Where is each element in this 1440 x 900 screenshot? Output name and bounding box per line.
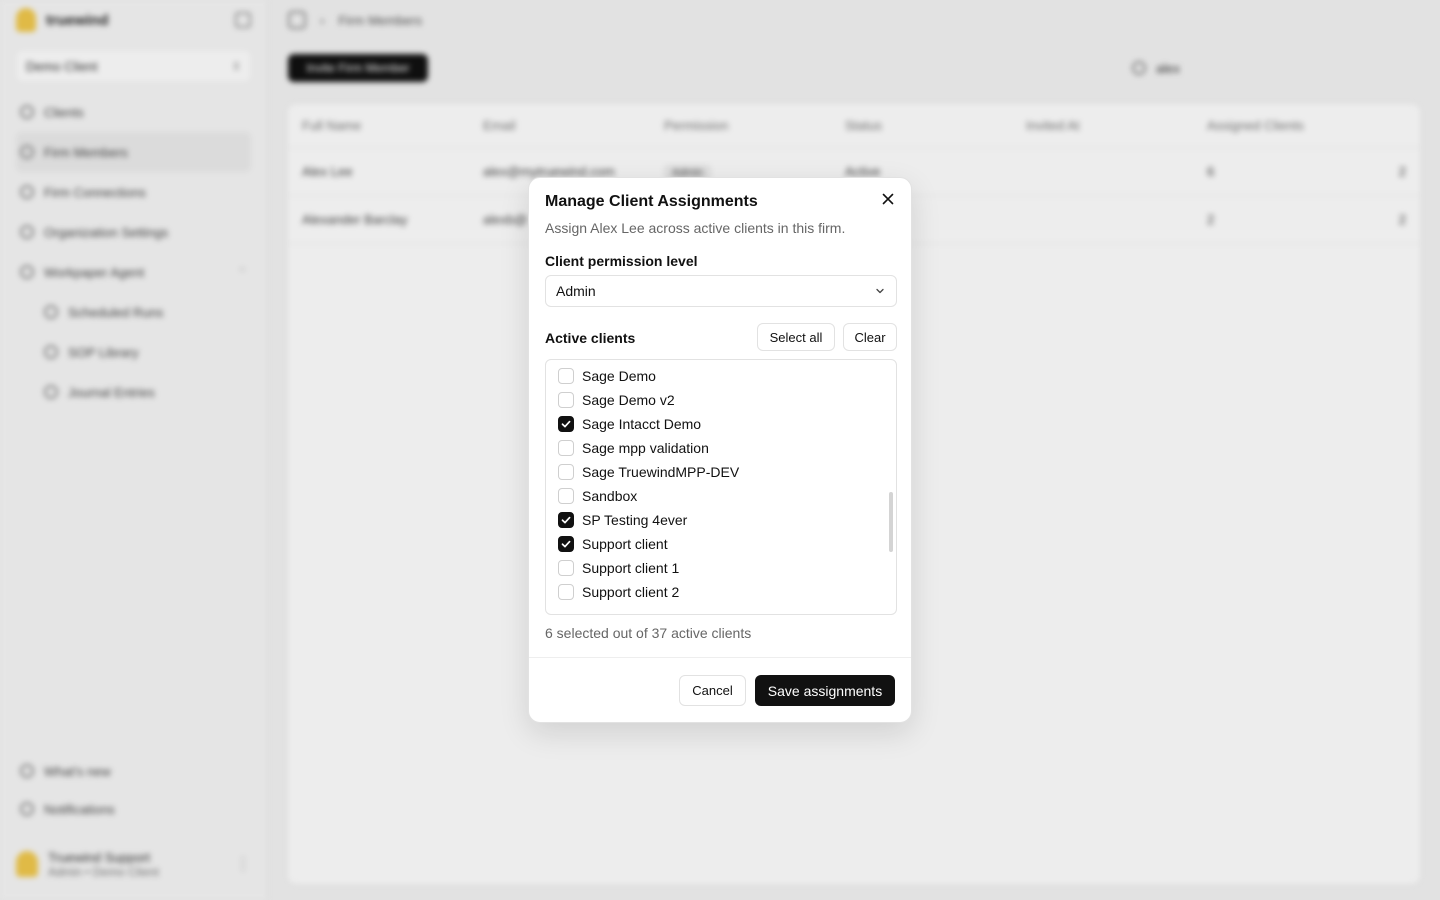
- client-checkbox[interactable]: [558, 512, 574, 528]
- client-list-item[interactable]: Sage Demo v2: [546, 388, 896, 412]
- client-list-inner: Sage Demo Sage Demo v2 Sage Intacct Demo Sa…: [546, 360, 896, 604]
- cancel-button[interactable]: Cancel: [679, 675, 746, 706]
- permission-level-label: Client permission level: [545, 253, 698, 269]
- client-label: Sage TruewindMPP-DEV: [582, 464, 740, 480]
- permission-level-value: Admin: [556, 283, 596, 299]
- client-checkbox[interactable]: [558, 536, 574, 552]
- client-label: Sandbox: [582, 488, 638, 504]
- dialog-footer: Cancel Save assignments: [529, 657, 911, 722]
- client-checkbox[interactable]: [558, 488, 574, 504]
- dialog-title: Manage Client Assignments: [545, 193, 758, 210]
- close-button[interactable]: [879, 190, 897, 208]
- client-list-item[interactable]: Sage mpp validation: [546, 436, 896, 460]
- client-list-item[interactable]: Sage Intacct Demo: [546, 412, 896, 436]
- list-scrollbar[interactable]: [889, 492, 893, 552]
- client-label: Sage mpp validation: [582, 440, 709, 456]
- client-checkbox[interactable]: [558, 368, 574, 384]
- client-label: Sage Demo v2: [582, 392, 675, 408]
- client-list-item[interactable]: Support client: [546, 532, 896, 556]
- chevron-down-icon: [876, 288, 884, 294]
- client-checkbox[interactable]: [558, 464, 574, 480]
- check-icon: [561, 540, 571, 548]
- client-list-item[interactable]: SP Testing 4ever: [546, 508, 896, 532]
- client-checkbox-list[interactable]: Sage Demo Sage Demo v2 Sage Intacct Demo Sa…: [545, 359, 897, 615]
- client-list-item[interactable]: Support client 1: [546, 556, 896, 580]
- client-label: Support client: [582, 536, 668, 552]
- client-label: Support client 1: [582, 560, 680, 576]
- client-checkbox[interactable]: [558, 392, 574, 408]
- client-list-item[interactable]: Sandbox: [546, 484, 896, 508]
- save-assignments-button[interactable]: Save assignments: [755, 675, 895, 706]
- client-label: Sage Intacct Demo: [582, 416, 702, 432]
- manage-client-assignments-dialog: Manage Client Assignments Assign Alex Le…: [528, 177, 912, 723]
- client-checkbox[interactable]: [558, 584, 574, 600]
- active-clients-label: Active clients: [545, 330, 636, 346]
- permission-level-select[interactable]: Admin: [545, 275, 897, 307]
- client-label: SP Testing 4ever: [582, 512, 688, 528]
- close-icon: [882, 193, 894, 205]
- client-checkbox[interactable]: [558, 560, 574, 576]
- check-icon: [561, 516, 571, 524]
- client-list-item[interactable]: Sage Demo: [546, 364, 896, 388]
- check-icon: [561, 420, 571, 428]
- client-label: Support client 2: [582, 584, 680, 600]
- clear-button[interactable]: Clear: [843, 323, 897, 351]
- client-list-item[interactable]: Support client 2: [546, 580, 896, 604]
- client-checkbox[interactable]: [558, 440, 574, 456]
- select-all-button[interactable]: Select all: [757, 323, 835, 351]
- client-checkbox[interactable]: [558, 416, 574, 432]
- selection-summary: 6 selected out of 37 active clients: [545, 625, 752, 641]
- client-list-item[interactable]: Sage TruewindMPP-DEV: [546, 460, 896, 484]
- dialog-description: Assign Alex Lee across active clients in…: [545, 220, 846, 236]
- client-label: Sage Demo: [582, 368, 656, 384]
